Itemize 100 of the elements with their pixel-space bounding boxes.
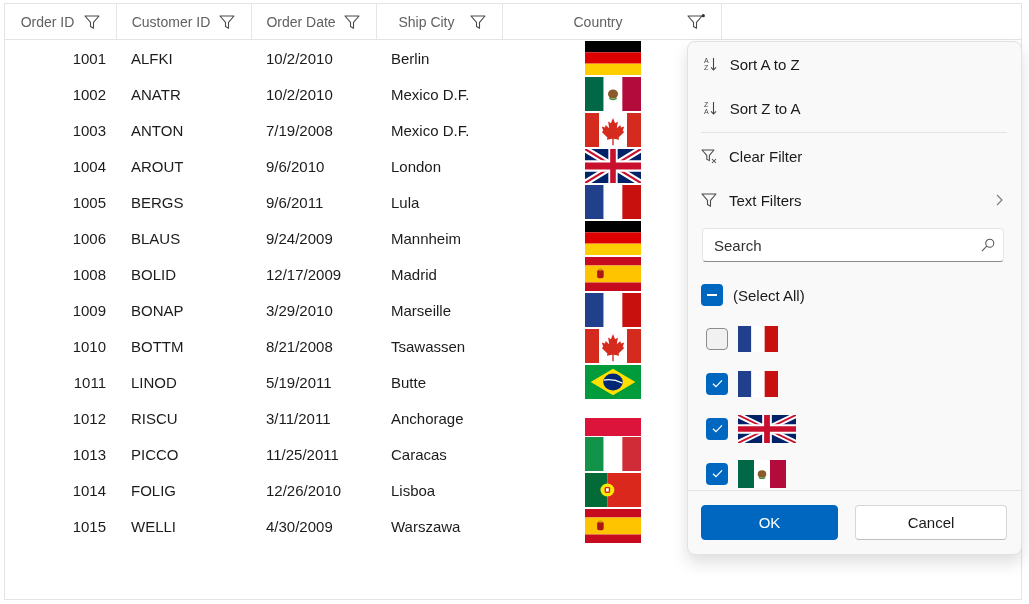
order-id: 1003 — [72, 121, 106, 139]
customer-id: ALFKI — [131, 49, 173, 67]
ship-city: Anchorage — [391, 409, 464, 427]
order-id: 1008 — [72, 265, 106, 283]
order-date: 12/26/2010 — [266, 481, 342, 499]
flag-icon — [738, 370, 778, 397]
order-date: 9/6/2011 — [266, 193, 324, 211]
flag-icon — [584, 41, 641, 75]
order-date: 12/17/2009 — [266, 265, 342, 283]
customer-id: RISCU — [131, 409, 178, 427]
customer-id: BLAUS — [131, 229, 181, 247]
cancel-button[interactable]: Cancel — [855, 505, 1007, 540]
flag-icon — [584, 113, 641, 147]
order-id: 1002 — [72, 85, 106, 103]
customer-id: FOLIG — [131, 481, 176, 499]
column-header[interactable]: Order Date — [266, 13, 336, 30]
order-date: 8/21/2008 — [266, 337, 333, 355]
order-id: 1001 — [72, 49, 106, 67]
flag-icon — [584, 77, 641, 111]
column-header[interactable]: Order ID — [20, 13, 75, 30]
search-icon[interactable] — [981, 238, 995, 252]
dash-icon — [707, 294, 717, 296]
filter-icon[interactable] — [470, 13, 486, 30]
order-id: 1012 — [72, 409, 106, 427]
customer-id: BERGS — [131, 193, 184, 211]
filter-icon[interactable] — [687, 13, 705, 30]
column-header[interactable]: Country — [573, 13, 623, 30]
order-id: 1013 — [72, 445, 106, 463]
ship-city: Mannheim — [391, 229, 462, 247]
customer-id: PICCO — [131, 445, 179, 463]
order-date: 5/19/2011 — [266, 373, 332, 391]
ship-city: Warszawa — [391, 517, 461, 535]
ship-city: Caracas — [391, 445, 447, 463]
checkbox[interactable] — [706, 372, 728, 395]
checkmark-icon — [711, 424, 723, 433]
order-date: 10/2/2010 — [266, 85, 333, 103]
filter-icon — [701, 192, 717, 208]
flag-icon — [584, 509, 641, 543]
ship-city: Lula — [391, 193, 420, 211]
order-date: 9/24/2009 — [266, 229, 333, 247]
flag-icon — [584, 329, 641, 363]
order-id: 1010 — [72, 337, 106, 355]
column-header[interactable]: Customer ID — [131, 13, 211, 30]
order-date: 9/6/2010 — [266, 157, 325, 175]
order-id: 1015 — [72, 517, 106, 535]
order-id: 1005 — [72, 193, 106, 211]
ship-city: Mexico D.F. — [391, 121, 470, 139]
order-id: 1006 — [72, 229, 106, 247]
clear-filter-icon — [701, 148, 717, 164]
order-id: 1014 — [72, 481, 106, 499]
order-id: 1004 — [72, 157, 106, 175]
ship-city: Lisboa — [391, 481, 436, 499]
flag-icon — [584, 473, 641, 507]
flag-icon — [584, 257, 641, 291]
flag-icon — [738, 325, 778, 352]
order-id: 1011 — [73, 373, 106, 391]
checkbox[interactable] — [701, 284, 723, 306]
ship-city: Marseille — [391, 301, 451, 319]
ok-button[interactable]: OK — [701, 505, 838, 540]
order-date: 3/11/2011 — [266, 409, 331, 427]
flag-icon — [584, 365, 641, 399]
ship-city: London — [391, 157, 442, 175]
checkbox[interactable] — [706, 327, 728, 350]
checkbox-label[interactable]: (Select All) — [733, 286, 805, 304]
filter-icon[interactable] — [219, 13, 235, 30]
ship-city: Madrid — [391, 265, 437, 283]
order-id: 1009 — [72, 301, 106, 319]
customer-id: LINOD — [131, 373, 177, 391]
flag-icon — [584, 221, 641, 255]
flag-icon — [738, 414, 796, 443]
customer-id: BONAP — [131, 301, 184, 319]
filter-icon[interactable] — [84, 13, 100, 30]
checkmark-icon — [711, 469, 723, 478]
checkmark-icon — [711, 379, 723, 388]
filter-icon[interactable] — [344, 13, 360, 30]
flag-icon — [584, 293, 641, 327]
ship-city: Tsawassen — [391, 337, 466, 355]
order-date: 10/2/2010 — [266, 49, 333, 67]
search-field[interactable]: Search — [702, 228, 1004, 262]
flag-icon — [584, 149, 641, 183]
column-header[interactable]: Ship City — [398, 13, 455, 30]
ship-city: Butte — [391, 373, 427, 391]
menu-item[interactable]: Clear Filter — [701, 134, 1007, 178]
checkbox[interactable] — [706, 417, 728, 440]
menu-item[interactable]: Text Filters — [701, 178, 1007, 222]
ship-city: Mexico D.F. — [391, 85, 470, 103]
customer-id: ANATR — [131, 85, 181, 103]
customer-id: BOTTM — [131, 337, 184, 355]
flag-icon — [584, 185, 641, 219]
order-date: 7/19/2008 — [266, 121, 333, 139]
ship-city: Berlin — [391, 49, 430, 67]
customer-id: AROUT — [131, 157, 184, 175]
order-date: 3/29/2010 — [266, 301, 333, 319]
checkbox[interactable] — [706, 462, 728, 485]
customer-id: BOLID — [131, 265, 176, 283]
order-date: 11/25/2011 — [266, 445, 339, 463]
customer-id: WELLI — [131, 517, 176, 535]
order-date: 4/30/2009 — [266, 517, 333, 535]
customer-id: ANTON — [131, 121, 184, 139]
flag-icon — [738, 459, 786, 488]
